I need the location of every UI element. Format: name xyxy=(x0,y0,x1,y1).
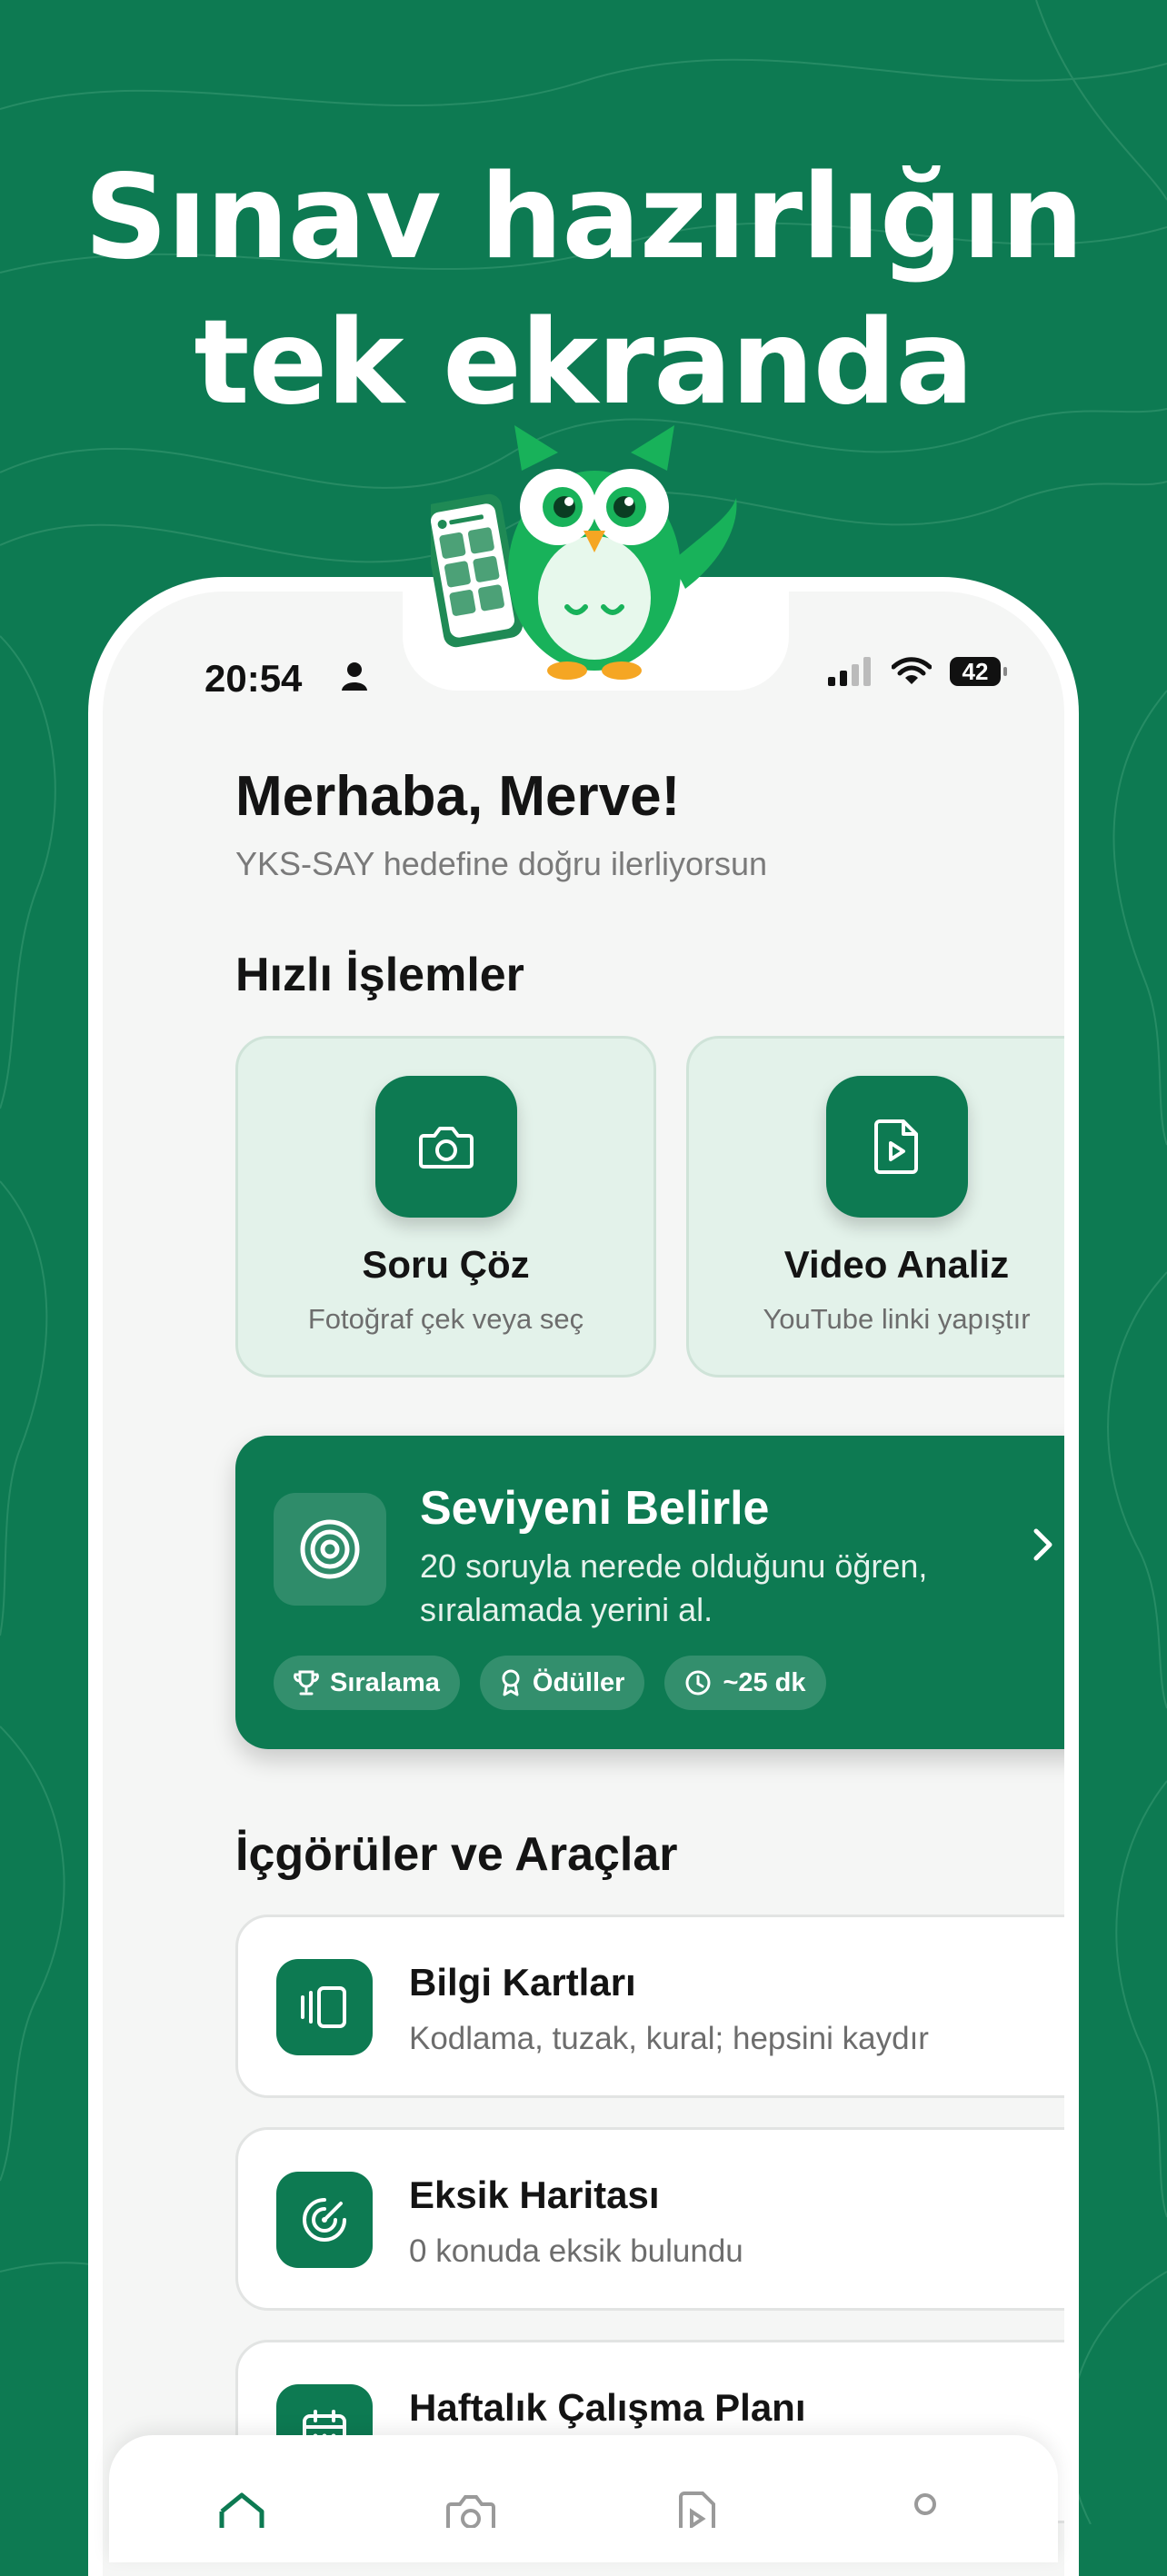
greeting-subtitle: YKS-SAY hedefine doğru ilerliyorsun xyxy=(235,845,767,882)
radar-icon xyxy=(303,2198,346,2242)
clock-icon xyxy=(685,1670,711,1696)
signal-icon xyxy=(828,657,871,686)
profile-icon[interactable] xyxy=(909,2491,942,2528)
duration-chip-label: ~25 dk xyxy=(723,1667,806,1697)
wifi-icon xyxy=(892,657,932,684)
greeting-title: Merhaba, Merve! xyxy=(235,765,681,828)
quick-actions-title: Hızlı İşlemler xyxy=(235,949,524,1001)
status-time: 20:54 xyxy=(204,657,303,700)
hero-headline: Sınav hazırlığın tek ekranda xyxy=(0,145,1167,436)
home-icon[interactable] xyxy=(218,2491,265,2528)
video-file-icon[interactable] xyxy=(677,2491,717,2528)
duration-chip: ~25 dk xyxy=(664,1656,826,1710)
flashcards-subtitle: Kodlama, tuzak, kural; hepsini kaydır xyxy=(409,2021,929,2056)
video-file-icon xyxy=(873,1119,918,1174)
owl-mascot xyxy=(431,425,737,680)
level-assessment-card[interactable]: Seviyeni Belirle 20 soruyla nerede olduğ… xyxy=(235,1436,1064,1749)
tab-bar xyxy=(109,2435,1058,2562)
app-screen: 20:54 42 Merhaba, Merve! YKS-SAY hedefin… xyxy=(103,592,1064,2576)
rewards-chip-label: Ödüller xyxy=(532,1667,625,1697)
hero-line-1: Sınav hazırlığın xyxy=(84,150,1084,285)
greeting: Merhaba, Merve! YKS-SAY hedefine doğru i… xyxy=(235,769,767,883)
camera-icon[interactable] xyxy=(445,2491,496,2528)
phone-frame: 20:54 42 Merhaba, Merve! YKS-SAY hedefin… xyxy=(88,577,1079,2576)
camera-icon xyxy=(418,1127,474,1169)
trophy-icon xyxy=(294,1670,319,1696)
level-chips: Sıralama Ödüller ~25 dk xyxy=(274,1656,826,1710)
hero-line-2: tek ekranda xyxy=(194,295,973,431)
rewards-chip: Ödüller xyxy=(479,1656,645,1710)
chevron-right-icon xyxy=(1033,1528,1052,1561)
solve-question-card[interactable]: Soru Çöz Fotoğraf çek veya seç xyxy=(235,1036,656,1378)
gap-map-title: Eksik Haritası xyxy=(409,2173,660,2216)
award-icon xyxy=(502,1669,520,1696)
video-analysis-card[interactable]: Video Analiz YouTube linki yapıştır xyxy=(686,1036,1064,1378)
insights-title: İçgörüler ve Araçlar xyxy=(235,1828,678,1881)
weekly-plan-title: Haftalık Çalışma Planı xyxy=(409,2386,806,2429)
gap-map-subtitle: 0 konuda eksik bulundu xyxy=(409,2233,743,2269)
status-indicators: 42 xyxy=(828,657,1007,686)
solve-question-title: Soru Çöz xyxy=(362,1243,530,1286)
ranking-chip-label: Sıralama xyxy=(330,1667,440,1697)
gap-map-item[interactable]: Eksik Haritası 0 konuda eksik bulundu xyxy=(235,2127,1064,2311)
level-title: Seviyeni Belirle xyxy=(420,1482,770,1535)
person-icon xyxy=(342,662,367,691)
level-subtitle: 20 soruyla nerede olduğunu öğren, sırala… xyxy=(420,1547,928,1628)
cards-icon xyxy=(301,1986,346,2028)
battery-icon: 42 xyxy=(950,657,1007,686)
flashcards-item[interactable]: Bilgi Kartları Kodlama, tuzak, kural; he… xyxy=(235,1915,1064,2098)
target-icon xyxy=(300,1519,360,1579)
ranking-chip: Sıralama xyxy=(274,1656,460,1710)
flashcards-title: Bilgi Kartları xyxy=(409,1961,636,2004)
solve-question-subtitle: Fotoğraf çek veya seç xyxy=(307,1303,584,1335)
video-analysis-title: Video Analiz xyxy=(783,1243,1010,1286)
video-analysis-subtitle: YouTube linki yapıştır xyxy=(763,1303,1031,1335)
